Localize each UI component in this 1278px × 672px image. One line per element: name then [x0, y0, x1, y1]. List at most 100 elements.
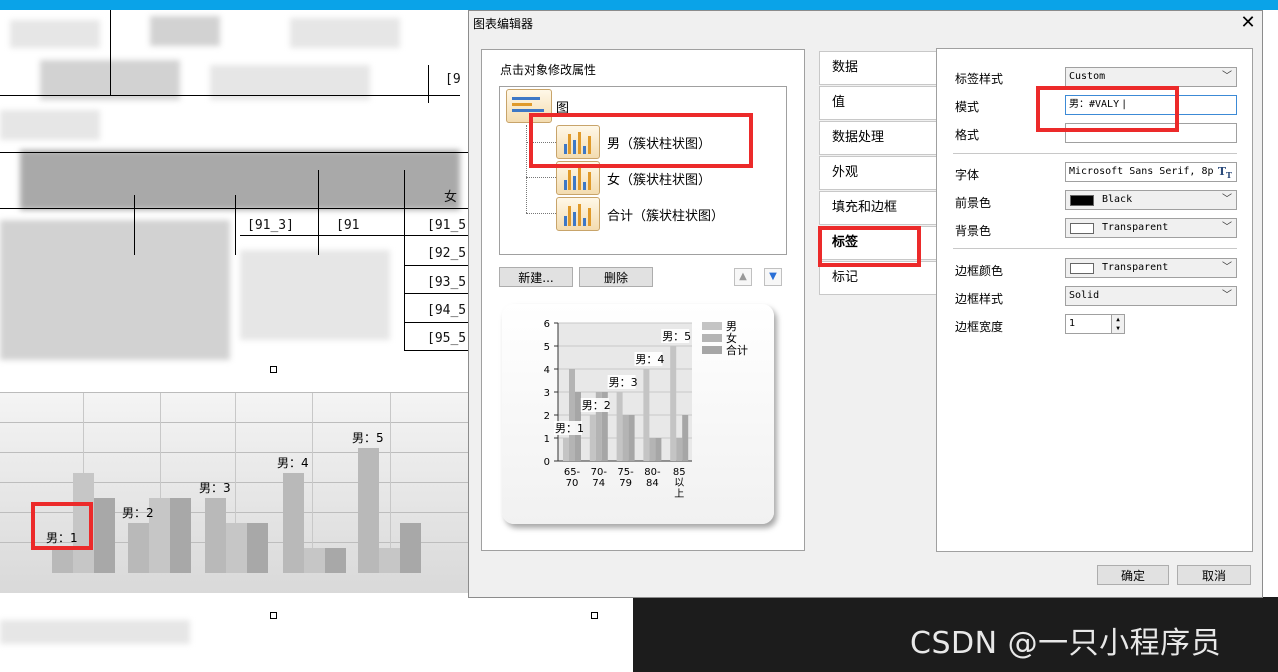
grid-line — [110, 10, 111, 95]
grid-line — [404, 170, 405, 350]
resize-handle[interactable] — [270, 612, 277, 619]
fore-color-value: Black — [1102, 194, 1133, 205]
preview-bar — [643, 369, 650, 461]
tab-appearance[interactable]: 外观 — [819, 156, 937, 190]
preview-y-tick: 4 — [544, 365, 550, 376]
chevron-down-icon: ﹀ — [1222, 71, 1232, 82]
border-color-select[interactable]: Transparent ﹀ — [1065, 258, 1237, 278]
blur-block — [0, 110, 100, 140]
preview-x-tick: 70 — [566, 478, 579, 489]
highlight-box — [31, 502, 93, 550]
font-field[interactable]: Microsoft Sans Serif, 8p TT — [1065, 162, 1237, 182]
preview-data-label: 男：2 — [582, 399, 611, 412]
tab-data[interactable]: 数据 — [819, 51, 937, 85]
preview-x-tick: 75- — [617, 467, 634, 478]
top-accent-bar — [0, 0, 1278, 10]
bar-chart-icon — [556, 197, 600, 231]
ok-button[interactable]: 确定 — [1097, 565, 1169, 585]
preview-bar — [569, 369, 575, 461]
preview-chart-svg: 0 1 2 3 4 5 6 男：1 65-70 男：2 70-74 男：3 75-79 男：4 80-84 男… — [544, 319, 748, 500]
move-up-icon[interactable]: ▲ — [734, 268, 752, 286]
chart-bar — [325, 548, 346, 573]
tree-connector — [526, 213, 556, 214]
close-icon[interactable]: ✕ — [1237, 13, 1259, 33]
preview-bar — [682, 415, 689, 461]
spin-arrows-icon[interactable]: ▲ ▼ — [1111, 315, 1124, 333]
border-color-swatch — [1070, 263, 1094, 274]
chart-bar — [226, 523, 247, 573]
tab-fill-border[interactable]: 填充和边框 — [819, 191, 937, 225]
separator — [953, 248, 1237, 249]
chart-gridline — [312, 393, 313, 573]
preview-bar — [676, 438, 683, 461]
report-chart[interactable]: 男：1 男：2 男：3 男：4 男：5 — [0, 392, 468, 593]
chevron-down-icon: ﹀ — [1222, 262, 1232, 273]
preview-bar — [655, 438, 662, 461]
preview-bar — [589, 415, 596, 461]
chart-gridline — [390, 393, 391, 573]
resize-handle[interactable] — [270, 366, 277, 373]
watermark-text: CSDN @一只小程序员 — [910, 626, 1222, 661]
border-color-label: 边框颜色 — [955, 264, 1004, 278]
preview-bar — [670, 346, 677, 461]
preview-x-tick: 以 — [674, 478, 684, 489]
blur-block — [20, 150, 460, 210]
grid-line — [404, 350, 468, 351]
tree-item-total[interactable]: 合计（簇状柱状图） — [607, 205, 724, 224]
back-color-value: Transparent — [1102, 222, 1169, 233]
cell-text: [91_5 — [427, 218, 467, 233]
chevron-down-icon: ﹀ — [1222, 290, 1232, 301]
blur-block — [10, 20, 100, 48]
tab-data-processing[interactable]: 数据处理 — [819, 121, 937, 155]
back-color-label: 背景色 — [955, 224, 992, 238]
preview-data-label: 男：1 — [555, 422, 584, 435]
preview-y-tick: 5 — [544, 342, 550, 353]
preview-bar — [616, 392, 623, 461]
delete-button[interactable]: 删除 — [579, 267, 653, 287]
format-label: 格式 — [955, 128, 980, 142]
preview-x-tick: 70- — [591, 467, 608, 478]
chart-bar — [379, 548, 400, 573]
grid-line — [0, 95, 460, 96]
chart-data-label: 男：5 — [352, 431, 384, 445]
grid-line — [0, 208, 468, 209]
resize-handle[interactable] — [591, 612, 598, 619]
tree-item-female[interactable]: 女（簇状柱状图） — [607, 169, 711, 188]
preview-x-tick: 65- — [564, 467, 581, 478]
tree-hint: 点击对象修改属性 — [500, 63, 597, 77]
move-down-icon[interactable]: ▼ — [764, 268, 782, 286]
blur-block — [0, 220, 230, 360]
fore-color-select[interactable]: Black ﹀ — [1065, 190, 1237, 210]
cell-text: [93_5 — [427, 275, 467, 290]
tree-connector — [526, 125, 527, 213]
preview-y-tick: 1 — [544, 434, 550, 445]
chart-bar — [52, 548, 73, 573]
grid-line — [318, 170, 319, 255]
new-button[interactable]: 新建... — [499, 267, 573, 287]
chart-data-label: 男：3 — [199, 481, 231, 495]
preview-bar — [649, 438, 656, 461]
object-tree: 图 男（簇状柱状图） 女（簇状柱状图） 合计（簇状柱状图） — [499, 86, 787, 255]
cancel-button[interactable]: 取消 — [1177, 565, 1251, 585]
preview-y-tick: 0 — [544, 457, 550, 468]
preview-data-label: 男：3 — [609, 376, 638, 389]
chart-data-label: 男：2 — [122, 506, 154, 520]
cell-text: [91 — [336, 218, 360, 233]
chart-bar — [170, 498, 191, 573]
label-style-label: 标签样式 — [955, 72, 1004, 86]
back-color-select[interactable]: Transparent ﹀ — [1065, 218, 1237, 238]
preview-legend-label: 合计 — [726, 343, 748, 357]
preview-legend-swatch — [702, 346, 722, 354]
border-width-value: 1 — [1069, 318, 1076, 329]
preview-bar — [622, 415, 629, 461]
label-style-select[interactable]: Custom ﹀ — [1065, 67, 1237, 87]
highlight-box — [1036, 86, 1179, 132]
dialog-title: 图表编辑器 — [473, 17, 534, 31]
tab-value[interactable]: 值 — [819, 86, 937, 120]
border-width-stepper[interactable]: 1 ▲ ▼ — [1065, 314, 1125, 334]
preview-y-tick: 6 — [544, 319, 550, 330]
font-picker-icon[interactable]: TT — [1218, 163, 1232, 184]
border-style-select[interactable]: Solid ﹀ — [1065, 286, 1237, 306]
preview-bar — [628, 415, 635, 461]
grid-line — [404, 293, 468, 294]
